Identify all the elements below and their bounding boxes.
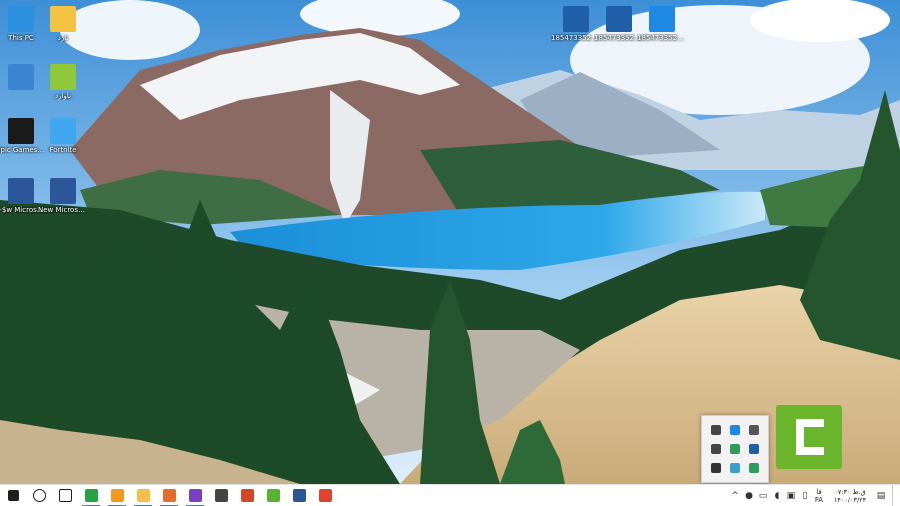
camtasia-recorder-icon bbox=[318, 489, 332, 502]
calendar-icon bbox=[214, 489, 228, 502]
taskbar-start-button[interactable] bbox=[0, 485, 26, 506]
tray-flyout-item[interactable] bbox=[725, 439, 744, 458]
desktop-icon-label: New Microsof... bbox=[38, 206, 88, 214]
hide-icon bbox=[710, 443, 721, 454]
epic-games-icon bbox=[8, 118, 34, 144]
folder-icon bbox=[136, 489, 150, 502]
visual-studio-icon bbox=[188, 489, 202, 502]
eye-icon bbox=[749, 424, 760, 435]
whatsapp-icon bbox=[84, 489, 98, 502]
chevron-up-icon[interactable]: ^ bbox=[728, 485, 742, 506]
shield-icon bbox=[749, 463, 760, 474]
desktop-icon[interactable]: Fortnite bbox=[38, 118, 88, 154]
taskbar-word-button[interactable] bbox=[286, 485, 312, 506]
desktop-icon-label: 1854733527... bbox=[637, 34, 687, 42]
taskbar-powerpoint-button[interactable] bbox=[234, 485, 260, 506]
task-view-icon bbox=[58, 489, 72, 502]
desktop-icon-label: نارد bbox=[57, 34, 69, 42]
desktop-icon[interactable]: 1854733527... bbox=[637, 6, 687, 42]
audio-file-icon bbox=[563, 6, 589, 32]
antivirus-icon bbox=[729, 443, 740, 454]
shortcut-icon bbox=[50, 64, 76, 90]
taskbar-apps bbox=[0, 485, 338, 506]
system-tray: ^ ● ▭ ◖ ▣ ▯ فا FA ق.ظ ۰۷:۳۰ ۱۴۰۰/۰۳/۲۴ ▤ bbox=[728, 484, 900, 506]
edge-icon bbox=[110, 489, 124, 502]
search-icon bbox=[32, 489, 46, 502]
fortnite-icon bbox=[50, 118, 76, 144]
desktop-icon-label: Fortnite bbox=[49, 146, 77, 154]
microphone-icon[interactable]: ● bbox=[742, 485, 756, 506]
camtasia-watermark-logo bbox=[776, 405, 842, 469]
word-doc-icon bbox=[8, 178, 34, 204]
tray-flyout-item[interactable] bbox=[725, 459, 744, 478]
taskbar-edge-button[interactable] bbox=[104, 485, 130, 506]
tray-flyout-item[interactable] bbox=[745, 439, 764, 458]
mp3-file-icon bbox=[649, 6, 675, 32]
firefox-icon bbox=[162, 489, 176, 502]
taskbar-whatsapp-button[interactable] bbox=[78, 485, 104, 506]
usb-icon bbox=[710, 424, 721, 435]
recycle-bin-icon bbox=[8, 64, 34, 90]
refresh-icon bbox=[729, 463, 740, 474]
clock-time: ق.ظ ۰۷:۳۰ bbox=[834, 487, 866, 496]
desktop-wallpaper bbox=[0, 0, 900, 484]
word-doc-icon bbox=[50, 178, 76, 204]
taskbar-search-button[interactable] bbox=[26, 485, 52, 506]
show-desktop-button[interactable] bbox=[892, 484, 896, 506]
tray-flyout-item[interactable] bbox=[725, 420, 744, 439]
windows-start-icon bbox=[7, 490, 19, 501]
camtasia-icon bbox=[266, 489, 280, 502]
clock[interactable]: ق.ظ ۰۷:۳۰ ۱۴۰۰/۰۳/۲۴ bbox=[830, 488, 870, 504]
volume-icon[interactable]: ◖ bbox=[770, 485, 784, 506]
file-icon bbox=[50, 6, 76, 32]
word-icon bbox=[292, 489, 306, 502]
tray-flyout-item[interactable] bbox=[706, 439, 725, 458]
taskbar: ^ ● ▭ ◖ ▣ ▯ فا FA ق.ظ ۰۷:۳۰ ۱۴۰۰/۰۳/۲۴ ▤ bbox=[0, 484, 900, 506]
taskbar-camtasia-red-button[interactable] bbox=[312, 485, 338, 506]
desktop-icon[interactable]: New Microsof... bbox=[38, 178, 88, 214]
desktop-icon-label: ناوارد bbox=[55, 92, 71, 100]
tray-flyout-item[interactable] bbox=[745, 459, 764, 478]
taskbar-calendar-button[interactable] bbox=[208, 485, 234, 506]
taskbar-task-view-button[interactable] bbox=[52, 485, 78, 506]
tray-flyout-item[interactable] bbox=[706, 459, 725, 478]
globe-icon bbox=[729, 424, 740, 435]
tray-flyout-item[interactable] bbox=[745, 420, 764, 439]
powerpoint-icon bbox=[240, 489, 254, 502]
taskbar-file-explorer-button[interactable] bbox=[130, 485, 156, 506]
network-icon[interactable]: ▣ bbox=[784, 485, 798, 506]
desktop-icon[interactable]: نارد bbox=[38, 6, 88, 42]
taskbar-firefox-button[interactable] bbox=[156, 485, 182, 506]
notification-icon[interactable]: ▤ bbox=[874, 485, 888, 506]
display-icon[interactable]: ▭ bbox=[756, 485, 770, 506]
tray-overflow-flyout bbox=[701, 415, 769, 483]
language-indicator[interactable]: فا FA bbox=[812, 488, 826, 504]
network-globe-icon bbox=[749, 443, 760, 454]
desktop-icon[interactable]: ناوارد bbox=[38, 64, 88, 100]
battery-icon[interactable]: ▯ bbox=[798, 485, 812, 506]
audio-file-icon bbox=[606, 6, 632, 32]
this-pc-icon bbox=[8, 6, 34, 32]
taskbar-visual-studio-button[interactable] bbox=[182, 485, 208, 506]
printer-icon bbox=[710, 463, 721, 474]
clock-date: ۱۴۰۰/۰۳/۲۴ bbox=[833, 495, 867, 504]
taskbar-camtasia-green-button[interactable] bbox=[260, 485, 286, 506]
tray-flyout-item[interactable] bbox=[706, 420, 725, 439]
